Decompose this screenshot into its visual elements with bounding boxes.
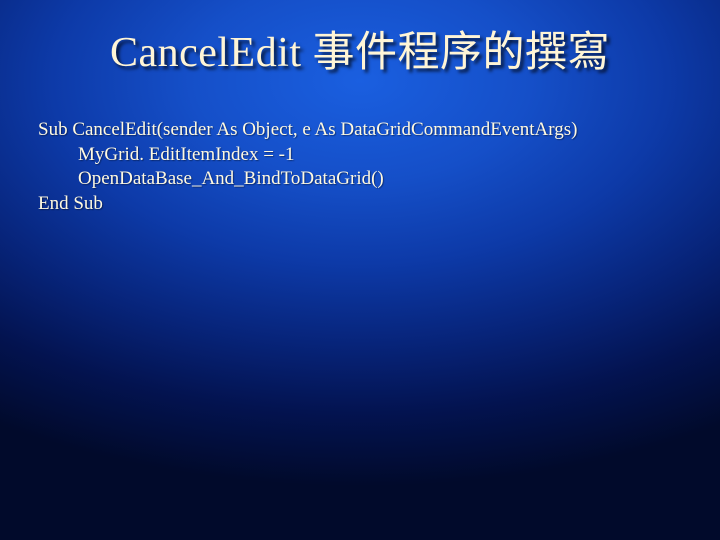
code-block: Sub CancelEdit(sender As Object, e As Da… bbox=[38, 118, 690, 217]
slide-title: CancelEdit 事件程序的撰寫 bbox=[0, 18, 720, 79]
code-line-4: End Sub bbox=[38, 193, 103, 214]
code-line-2: MyGrid. EditItemIndex = -1 bbox=[38, 143, 690, 168]
slide-container: CancelEdit 事件程序的撰寫 Sub CancelEdit(sender… bbox=[0, 0, 720, 540]
code-line-1: Sub CancelEdit(sender As Object, e As Da… bbox=[38, 119, 577, 140]
code-line-3: OpenDataBase_And_BindToDataGrid() bbox=[38, 167, 690, 192]
